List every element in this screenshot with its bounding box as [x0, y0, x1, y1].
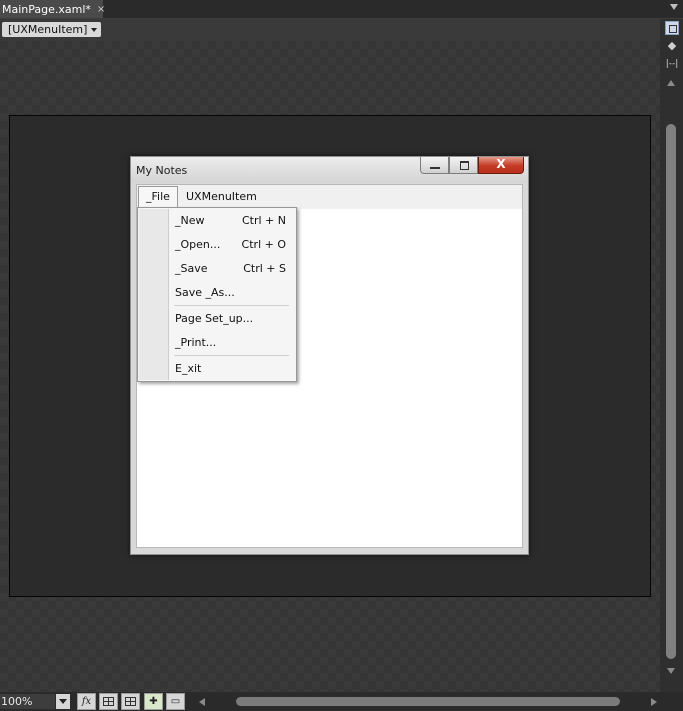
minimize-button[interactable]	[420, 157, 449, 174]
menu-item-label: Page Set_up...	[175, 312, 254, 325]
ruler-icon[interactable]: |--|	[665, 57, 679, 71]
chevron-down-icon	[91, 28, 98, 32]
menu-item-shortcut: Ctrl + O	[241, 238, 286, 251]
status-bar: 100% fx ✚ ▭	[0, 692, 683, 711]
menu-item-shortcut: Ctrl + S	[243, 262, 286, 275]
menu-icon-gutter	[139, 209, 169, 380]
vertical-scrollbar[interactable]	[666, 94, 676, 661]
zoom-input[interactable]: 100%	[0, 694, 55, 709]
menu-bar: _File UXMenuItem	[137, 185, 522, 209]
menu-item-label: Save _As...	[175, 286, 235, 299]
document-tab-strip: MainPage.xaml* ×	[0, 0, 683, 19]
scroll-left-icon[interactable]	[199, 698, 205, 706]
menu-item-save[interactable]: _Save Ctrl + S	[169, 258, 295, 280]
breadcrumb-label: [UXMenuItem]	[8, 23, 88, 36]
menu-separator	[174, 305, 289, 306]
menu-item-label: E_xit	[175, 362, 202, 375]
window-title: My Notes	[136, 164, 188, 177]
menu-item-page-setup[interactable]: Page Set_up...	[169, 308, 295, 330]
menu-item-save-as[interactable]: Save _As...	[169, 282, 295, 304]
menu-item-label: _Save	[175, 262, 208, 275]
horizontal-scroll-thumb[interactable]	[236, 697, 620, 706]
scroll-up-icon[interactable]	[667, 80, 675, 86]
menu-file[interactable]: _File	[138, 186, 178, 208]
close-window-button[interactable]: X	[478, 157, 524, 174]
tab-list-dropdown-icon[interactable]	[670, 4, 678, 10]
breadcrumb-selector[interactable]: [UXMenuItem]	[2, 22, 102, 37]
snap-grid-icon[interactable]	[121, 693, 140, 710]
pan-icon[interactable]	[665, 21, 679, 35]
grid-glyph-icon	[103, 697, 114, 706]
window-controls: X	[420, 157, 524, 175]
menu-item-label: _Open...	[175, 238, 221, 251]
vertical-scroll-thumb[interactable]	[666, 124, 676, 659]
menu-item-label: _New	[175, 214, 205, 227]
menu-separator	[174, 355, 289, 356]
fx-icon[interactable]: fx	[77, 693, 96, 710]
scroll-down-icon[interactable]	[667, 668, 675, 674]
document-tab-title: MainPage.xaml*	[2, 2, 91, 16]
menu-item-new[interactable]: _New Ctrl + N	[169, 210, 295, 232]
menu-item-open[interactable]: _Open... Ctrl + O	[169, 234, 295, 256]
snap-icon[interactable]: ✚	[144, 693, 163, 710]
menu-item-print[interactable]: _Print...	[169, 332, 295, 354]
snap-grid-glyph-icon	[125, 697, 136, 706]
arrows-icon[interactable]: ◆	[665, 39, 679, 53]
file-menu-dropdown: _New Ctrl + N _Open... Ctrl + O _Save Ct…	[137, 207, 297, 382]
breadcrumb-bar: [UXMenuItem]	[0, 19, 660, 41]
menu-uxmenuitem[interactable]: UXMenuItem	[186, 186, 257, 208]
scroll-right-icon[interactable]	[651, 698, 657, 706]
document-tab[interactable]: MainPage.xaml* ×	[0, 0, 105, 18]
menu-item-shortcut: Ctrl + N	[241, 214, 286, 227]
window-titlebar[interactable]: My Notes X	[131, 157, 528, 183]
close-tab-icon[interactable]: ×	[97, 4, 105, 15]
grid-icon[interactable]	[99, 693, 118, 710]
annotation-icon[interactable]: ▭	[166, 693, 185, 710]
right-toolbar: ◆ |--|	[660, 19, 683, 692]
maximize-button[interactable]	[449, 157, 478, 174]
menu-item-label: _Print...	[175, 336, 217, 349]
zoom-dropdown-button[interactable]	[56, 694, 70, 709]
close-icon: X	[496, 157, 506, 171]
menu-item-exit[interactable]: E_xit	[169, 358, 295, 380]
